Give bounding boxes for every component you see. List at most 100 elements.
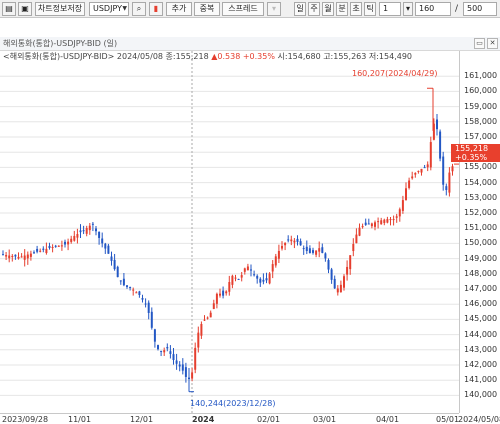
candle-body — [29, 253, 32, 257]
interval-input[interactable]: 1 — [379, 2, 401, 16]
candle-body — [411, 176, 414, 179]
overlay-button[interactable]: 중복 — [194, 2, 220, 16]
candle-body — [284, 243, 287, 246]
indicator-icon[interactable]: ▮ — [149, 2, 163, 16]
period-tick-button[interactable]: 틱 — [364, 2, 376, 16]
disabled-combo: ▾ — [267, 2, 281, 16]
interval-stepper[interactable]: ▾ — [403, 2, 413, 16]
candle-body — [215, 293, 218, 304]
candle-body — [349, 255, 352, 270]
candle-body — [76, 234, 79, 238]
candle-body — [296, 238, 299, 242]
period-week-button[interactable]: 주 — [308, 2, 320, 16]
spread-button[interactable]: 스프레드 — [222, 2, 264, 16]
candle-body — [45, 248, 48, 254]
quote-info-line: <해외통화(통합)-USDJPY-BID> 2024/05/08 종:155,2… — [3, 51, 412, 62]
candle-body — [308, 248, 311, 253]
candle-body — [392, 219, 395, 221]
candle-body — [14, 254, 17, 257]
symbol-combo[interactable]: USDJPY ▼ — [89, 2, 129, 16]
y-tick-label: 153,000 — [464, 192, 498, 202]
candle-body — [209, 312, 212, 318]
candle-body — [95, 228, 97, 232]
candle-body — [330, 269, 333, 280]
candle-body — [150, 311, 153, 328]
add-button[interactable]: 추가 — [166, 2, 192, 16]
candle-body — [352, 244, 355, 252]
y-tick-label: 154,000 — [464, 177, 498, 187]
candle-body — [367, 223, 370, 225]
y-tick-label: 155,000 — [464, 162, 498, 172]
candle-body — [178, 364, 181, 367]
candle-body — [135, 292, 138, 294]
candle-body — [153, 329, 156, 342]
candle-body — [259, 278, 262, 283]
candle-body — [253, 274, 256, 276]
candle-body — [225, 291, 228, 294]
y-tick-label: 141,000 — [464, 375, 498, 385]
candle-body — [234, 277, 237, 279]
candle-body — [315, 250, 318, 255]
candle-body — [5, 255, 8, 257]
candle-body — [256, 275, 259, 279]
y-tick-label: 142,000 — [464, 360, 498, 369]
y-tick-label: 148,000 — [464, 268, 498, 278]
toolbar: ▤ ▣ 차트정보저장 USDJPY ▼ ⌕ ▮ 추가 중복 스프레드 ▾ 일 주 … — [0, 0, 500, 18]
candle-body — [163, 350, 166, 353]
candle-body — [336, 288, 339, 293]
search-icon[interactable]: ⌕ — [132, 2, 146, 16]
candle-body — [237, 278, 240, 280]
candle-body — [274, 256, 277, 266]
quote-change: ▲0.538 — [211, 52, 241, 61]
layout-icon[interactable]: ▤ — [2, 2, 16, 16]
period-second-button[interactable]: 초 — [350, 2, 362, 16]
candlestick-plot[interactable] — [0, 51, 459, 413]
candle-body — [184, 367, 187, 377]
candle-body — [423, 167, 426, 169]
candle-body — [287, 239, 290, 241]
price-chart[interactable]: <해외통화(통합)-USDJPY-BID> 2024/05/08 종:155,2… — [0, 51, 500, 424]
minimize-icon[interactable]: ▭ — [474, 38, 485, 49]
candle-body — [101, 238, 104, 244]
count-separator: / — [455, 4, 459, 14]
candle-body — [420, 168, 423, 173]
y-tick-label: 152,000 — [464, 208, 498, 217]
period-month-button[interactable]: 월 — [322, 2, 334, 16]
candle-body — [240, 275, 243, 278]
candle-body — [39, 250, 42, 252]
candle-body — [318, 248, 321, 252]
candle-body — [377, 221, 380, 223]
candle-body — [370, 223, 373, 227]
candle-body — [262, 279, 265, 282]
candle-body — [439, 131, 442, 159]
save-icon[interactable]: ▣ — [18, 2, 32, 16]
period-minute-button[interactable]: 분 — [336, 2, 348, 16]
candle-body — [138, 291, 141, 295]
candle-body — [448, 172, 451, 193]
visible-count-input[interactable]: 160 — [415, 2, 451, 16]
candle-body — [20, 256, 23, 258]
y-tick-label: 151,000 — [464, 223, 498, 233]
save-chart-info-button[interactable]: 차트정보저장 — [35, 2, 85, 16]
candle-body — [119, 280, 122, 282]
candle-body — [281, 245, 283, 249]
candle-body — [144, 303, 147, 305]
candle-body — [48, 245, 51, 248]
close-icon[interactable]: ✕ — [487, 38, 498, 49]
candle-body — [11, 255, 14, 257]
y-tick-label: 159,000 — [464, 101, 498, 111]
candle-body — [200, 323, 203, 336]
current-price-value: 155,218 — [455, 144, 489, 153]
candle-body — [160, 350, 163, 352]
candle-body — [405, 188, 407, 201]
candle-body — [271, 264, 274, 272]
candle-body — [17, 256, 20, 259]
quote-prefix: <해외통화(통합)-USDJPY-BID> 2024/05/08 종:155,2… — [3, 52, 209, 61]
total-count-input[interactable]: 500 — [463, 2, 497, 16]
candle-body — [175, 360, 178, 364]
candle-body — [51, 247, 54, 249]
candle-body — [408, 180, 411, 188]
y-tick-label: 157,000 — [464, 132, 498, 141]
period-day-button[interactable]: 일 — [294, 2, 306, 16]
symbol-value: USDJPY — [93, 4, 122, 13]
